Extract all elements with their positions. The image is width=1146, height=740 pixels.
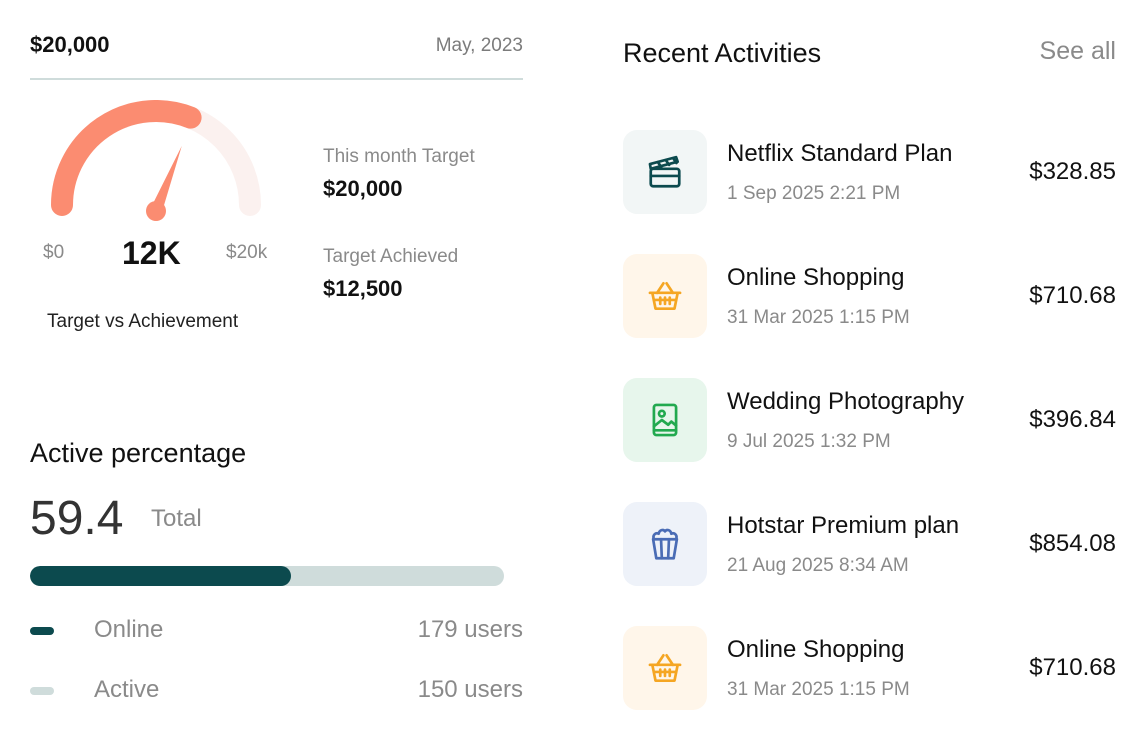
- activity-item[interactable]: Online Shopping 31 Mar 2025 1:15 PM $710…: [623, 254, 1116, 340]
- see-all-link[interactable]: See all: [1040, 37, 1116, 66]
- gauge-svg: [51, 100, 261, 221]
- legend-label-online: Online: [94, 616, 164, 643]
- gauge-max-label: $20k: [226, 242, 268, 263]
- activity-icon-tile: [623, 626, 707, 710]
- basket-icon: [648, 653, 682, 683]
- activity-icon-tile: [623, 254, 707, 338]
- activity-time: 1 Sep 2025 2:21 PM: [727, 183, 901, 204]
- left-column: $20,000 May, 2023 $0 12K $20k Target vs …: [30, 0, 524, 740]
- activity-name: Wedding Photography: [727, 388, 965, 415]
- month-target-label: This month Target: [323, 146, 475, 167]
- activity-time: 31 Mar 2025 1:15 PM: [727, 307, 910, 328]
- activity-icon-tile: [623, 130, 707, 214]
- clapperboard-icon: [648, 155, 681, 188]
- recent-activities-title: Recent Activities: [623, 38, 822, 68]
- target-header: $20,000 May, 2023: [30, 30, 523, 80]
- legend-row-active: Active 150 users: [30, 676, 523, 706]
- activity-name: Hotstar Premium plan: [727, 512, 960, 539]
- target-achieved-label: Target Achieved: [323, 246, 459, 267]
- image-icon: [652, 403, 678, 437]
- gauge-progress: [51, 100, 202, 216]
- activity-name: Online Shopping: [727, 264, 905, 291]
- recent-activities-panel: Recent Activities See all Netflix Standa…: [623, 0, 1116, 740]
- target-achieved-value: $12,500: [323, 276, 403, 301]
- active-total-label: Total: [151, 505, 202, 532]
- activity-amount: $710.68: [1029, 654, 1116, 681]
- legend-swatch-online: [30, 627, 54, 635]
- activity-item[interactable]: Online Shopping 31 Mar 2025 1:15 PM $710…: [623, 626, 1116, 712]
- activity-amount: $710.68: [1029, 282, 1116, 309]
- target-date: May, 2023: [435, 35, 523, 56]
- activity-item[interactable]: Wedding Photography 9 Jul 2025 1:32 PM $…: [623, 378, 1116, 464]
- activity-time: 21 Aug 2025 8:34 AM: [727, 555, 909, 576]
- popcorn-icon: [651, 528, 679, 560]
- gauge-value: 12K: [122, 235, 181, 271]
- activity-amount: $328.85: [1029, 158, 1116, 185]
- active-percentage-title: Active percentage: [30, 438, 247, 468]
- target-amount: $20,000: [30, 32, 110, 57]
- gauge-caption: Target vs Achievement: [47, 311, 239, 332]
- gauge-min-label: $0: [43, 242, 65, 263]
- legend-row-online: Online 179 users: [30, 616, 523, 646]
- activity-name: Netflix Standard Plan: [727, 140, 953, 167]
- active-progress-fill: [30, 566, 291, 586]
- activity-amount: $396.84: [1029, 406, 1116, 433]
- activity-time: 31 Mar 2025 1:15 PM: [727, 679, 910, 700]
- legend-label-active: Active: [94, 676, 160, 703]
- activity-item[interactable]: Netflix Standard Plan 1 Sep 2025 2:21 PM…: [623, 130, 1116, 216]
- legend-swatch-active: [30, 687, 54, 695]
- legend-count-active: 150 users: [417, 676, 523, 703]
- active-progress-bar: [30, 566, 504, 586]
- target-achieved-stat: Target Achieved $12,500: [323, 246, 458, 302]
- activity-name: Online Shopping: [727, 636, 905, 663]
- gauge-needle-hub: [146, 201, 166, 221]
- activity-icon-tile: [623, 502, 707, 586]
- activity-amount: $854.08: [1029, 530, 1116, 557]
- active-percentage-value: 59.4: [30, 492, 124, 545]
- basket-icon: [648, 281, 682, 311]
- target-gauge: [40, 100, 300, 240]
- activity-icon-tile: [623, 378, 707, 462]
- month-target-stat: This month Target $20,000: [323, 146, 475, 202]
- month-target-value: $20,000: [323, 176, 403, 201]
- activity-time: 9 Jul 2025 1:32 PM: [727, 431, 891, 452]
- activity-item[interactable]: Hotstar Premium plan 21 Aug 2025 8:34 AM…: [623, 502, 1116, 588]
- legend-count-online: 179 users: [417, 616, 523, 643]
